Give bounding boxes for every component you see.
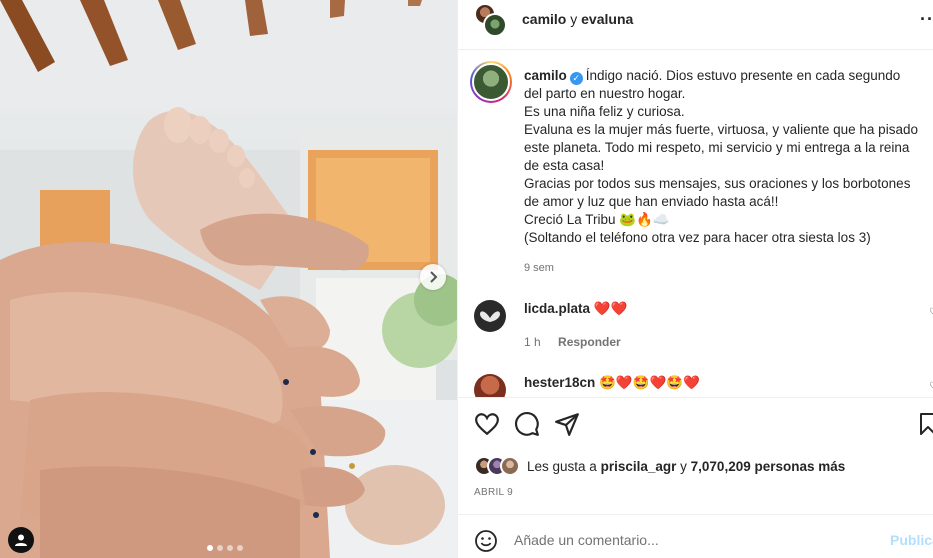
caption-line-6: de esta casa! <box>524 158 605 173</box>
comment-text: 🤩❤️🤩❤️🤩❤️ <box>599 375 700 390</box>
comment-avatar[interactable] <box>474 374 506 397</box>
wings-icon <box>480 311 500 322</box>
caption-line-7: Gracias por todos sus mensajes, sus orac… <box>524 176 911 191</box>
add-comment-bar: Publicar <box>458 514 933 558</box>
likes-connector: y <box>680 458 687 474</box>
caption-avatar[interactable] <box>470 61 512 103</box>
comment-like-heart-icon[interactable]: ♡ <box>929 307 933 318</box>
chevron-right-icon <box>430 271 438 283</box>
next-photo-button[interactable] <box>420 264 446 290</box>
likes-summary: Les gusta a priscila_agr y 7,070,209 per… <box>474 454 845 478</box>
user-tag-button[interactable] <box>8 527 34 553</box>
caption-line-2: del parto en nuestro hogar. <box>524 86 686 101</box>
comment-item: hester18cn 🤩❤️🤩❤️🤩❤️ ♡ <box>458 372 933 397</box>
avatar[interactable] <box>483 13 507 37</box>
collab-avatars[interactable] <box>474 3 508 37</box>
avatar[interactable] <box>500 456 520 476</box>
coauthor-link[interactable]: evaluna <box>581 11 633 27</box>
post-media[interactable] <box>0 0 457 558</box>
caption-line-9: Creció La Tribu 🐸🔥☁️ <box>524 212 670 227</box>
user-tag-icon <box>15 534 27 546</box>
comment-like-heart-icon[interactable]: ♡ <box>929 381 933 392</box>
comment-text: ❤️❤️ <box>593 301 628 316</box>
comment-time[interactable]: 1 h <box>524 335 541 349</box>
publish-button[interactable]: Publicar <box>890 532 933 548</box>
carousel-dot-3 <box>227 545 233 551</box>
emoji-icon[interactable] <box>474 529 498 553</box>
comment-username[interactable]: licda.plata <box>524 301 590 316</box>
comment-username[interactable]: hester18cn <box>524 375 595 390</box>
baby-hands-photo <box>0 0 457 558</box>
caption-line-4: Evaluna es la mujer más fuerte, virtuosa… <box>524 122 918 137</box>
comment-body: licda.plata ❤️❤️ <box>524 301 627 317</box>
send-icon[interactable] <box>554 411 580 437</box>
carousel-dot-1 <box>207 545 213 551</box>
post-authors: camilo y evaluna <box>522 11 633 27</box>
bookmark-icon[interactable] <box>918 411 933 437</box>
likes-prefix: Les gusta a <box>527 458 597 474</box>
post-date[interactable]: ABRIL 9 <box>474 487 513 498</box>
reply-button[interactable]: Responder <box>558 335 621 349</box>
liker-username[interactable]: priscila_agr <box>601 459 677 474</box>
author-link[interactable]: camilo <box>522 11 566 27</box>
carousel-indicators <box>207 545 243 551</box>
caption-username[interactable]: camilo <box>524 68 567 83</box>
comment-body: hester18cn 🤩❤️🤩❤️🤩❤️ <box>524 375 700 391</box>
carousel-dot-4 <box>237 545 243 551</box>
caption-timestamp[interactable]: 9 sem <box>524 262 554 274</box>
comment-icon[interactable] <box>514 411 540 437</box>
comment-input[interactable] <box>514 525 874 555</box>
heart-icon[interactable] <box>474 411 500 437</box>
verified-badge-icon: ✓ <box>569 72 583 85</box>
caption-line-5: este planeta. Todo mi respeto, mi servic… <box>524 140 910 155</box>
carousel-dot-2 <box>217 545 223 551</box>
more-horizontal-icon[interactable]: ··· <box>920 9 933 30</box>
post-side-panel: camilo y evaluna ··· camilo✓Índigo nació… <box>457 0 933 558</box>
caption-line-3: Es una niña feliz y curiosa. <box>524 104 685 119</box>
likes-others-link[interactable]: 7,070,209 personas más <box>691 459 846 474</box>
comment-avatar[interactable] <box>474 300 506 332</box>
authors-connector: y <box>570 11 578 27</box>
caption-line-8: de amor y luz que han enviado hasta acá!… <box>524 194 779 209</box>
comment-meta: 1 h Responder <box>524 335 635 349</box>
caption-text: camilo ✓ Índigo nació. Dios estuvo present… <box>524 67 924 247</box>
post-header: camilo y evaluna ··· <box>458 0 933 50</box>
caption-line-10: (Soltando el teléfono otra vez para hace… <box>524 230 871 245</box>
post-actions <box>458 397 933 453</box>
caption-line-1: Índigo nació. Dios estuvo presente en ca… <box>585 68 901 83</box>
likes-text: Les gusta a priscila_agr y 7,070,209 per… <box>527 459 845 474</box>
